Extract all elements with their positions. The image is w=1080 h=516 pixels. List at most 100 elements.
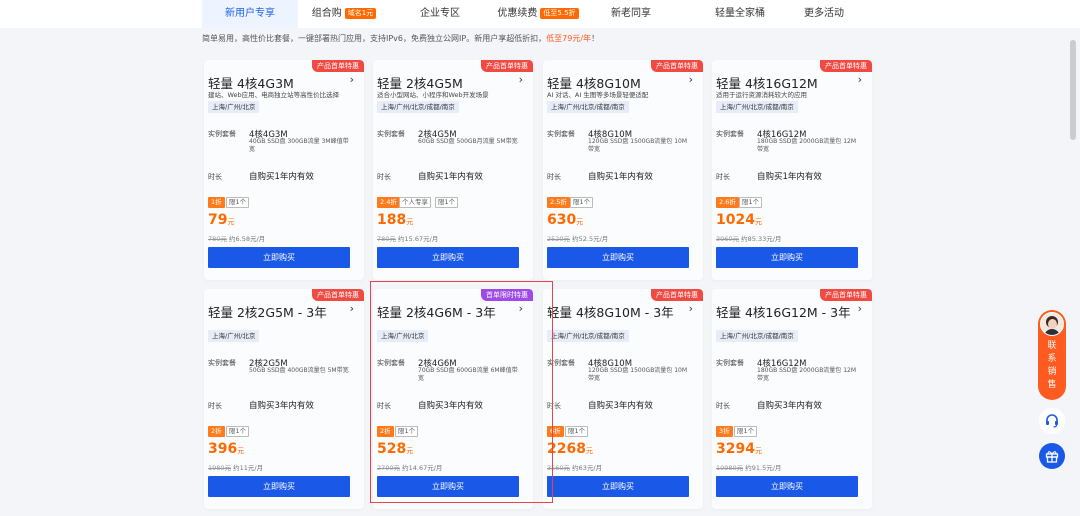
- plan-label: 实例套餐: [716, 359, 744, 367]
- avatar: [1040, 312, 1064, 336]
- buy-button[interactable]: 立即购买: [208, 476, 350, 497]
- monthly-price: 约52.5元/月: [572, 235, 609, 243]
- tab-badge: 低至5.5折: [540, 8, 579, 19]
- region-tag: 上海/广州/北京: [377, 330, 429, 342]
- tab-label: 优惠续费: [497, 8, 538, 19]
- chevron-right-icon[interactable]: ›: [689, 73, 693, 86]
- duration-label: 时长: [377, 402, 391, 410]
- original-price-line: 2520元 约52.5元/月: [547, 233, 608, 243]
- gift-button[interactable]: [1039, 443, 1065, 469]
- buy-button[interactable]: 立即购买: [547, 247, 689, 268]
- card-title: 轻量 4核16G12M - 3年: [716, 305, 851, 320]
- headset-icon: [1046, 414, 1058, 428]
- original-price: 2520元: [547, 235, 571, 243]
- buy-button[interactable]: 立即购买: [377, 247, 519, 268]
- product-card[interactable]: 产品首单特惠 轻量 4核8G10M - 3年 › 上海/广州/北京/成都/南京 …: [543, 289, 703, 509]
- chevron-right-icon[interactable]: ›: [858, 73, 862, 86]
- price-value: 630: [547, 212, 577, 228]
- support-button[interactable]: [1039, 408, 1065, 434]
- promo-description: 简单易用，高性价比套餐，一键部署热门应用，支持IPv6，免费独立公网IP。新用户…: [202, 33, 599, 44]
- product-card[interactable]: 产品首单特惠 轻量 2核4G5M › 适合小型网站、小程序和Web开发场景 上海…: [373, 60, 533, 280]
- monthly-price: 约11元/月: [233, 464, 264, 472]
- duration-label: 时长: [377, 173, 391, 181]
- original-price: 2700元: [377, 464, 401, 472]
- price: 79元: [208, 212, 234, 228]
- duration-value: 自购买1年内有效: [757, 172, 822, 182]
- product-card[interactable]: 产品首单特惠 轻量 2核2G5M - 3年 › 上海/广州/北京 实例套餐 2核…: [204, 289, 364, 509]
- limit-badge: 限1个: [570, 197, 594, 208]
- plan-spec: 60GB SSD盘 500GB月流量 5M带宽: [418, 138, 518, 145]
- tab-more[interactable]: 更多活动: [804, 0, 844, 28]
- price: 188元: [377, 212, 413, 228]
- corner-tag: 产品首单特惠: [820, 60, 872, 72]
- original-price: 780元: [208, 235, 227, 243]
- limit-badge: 限1个: [565, 426, 589, 437]
- price-value: 79: [208, 212, 228, 228]
- corner-tag: 产品首单特惠: [651, 60, 703, 72]
- limit-badge: 限1个: [226, 426, 250, 437]
- tab-label: 新老同享: [611, 8, 651, 19]
- discount-badge: 2.5折: [547, 197, 570, 208]
- card-title: 轻量 2核2G5M - 3年: [208, 305, 327, 320]
- buy-button[interactable]: 立即购买: [547, 476, 689, 497]
- product-card[interactable]: 产品首单特惠 轻量 4核4G3M › 建站、Web应用、电商独立站等高性价比选择…: [204, 60, 364, 280]
- chevron-right-icon[interactable]: ›: [350, 73, 354, 86]
- tab-lighthouse-bundle[interactable]: 轻量全家桶: [676, 0, 804, 28]
- buy-button[interactable]: 立即购买: [377, 476, 519, 497]
- tab-enterprise[interactable]: 企业专区: [390, 0, 490, 28]
- plan-spec: 70GB SSD盘 600GB流量 6M峰值带宽: [418, 367, 518, 382]
- chevron-right-icon[interactable]: ›: [689, 302, 693, 315]
- buy-button[interactable]: 立即购买: [716, 476, 858, 497]
- product-card[interactable]: 产品首单特惠 轻量 4核16G12M - 3年 › 上海/广州/北京/成都/南京…: [712, 289, 872, 509]
- gift-icon: [1045, 451, 1059, 463]
- price-value: 2268: [547, 441, 586, 457]
- duration-value: 自购买3年内有效: [418, 401, 483, 411]
- price-unit: 元: [754, 447, 762, 455]
- price-unit: 元: [576, 218, 584, 226]
- product-card[interactable]: 首单限时特惠 轻量 2核4G6M - 3年 › 上海/广州/北京 实例套餐 2核…: [373, 289, 533, 509]
- original-price-line: 3560元 约63元/月: [547, 462, 602, 472]
- tab-shared[interactable]: 新老同享: [586, 0, 676, 28]
- promo-tab-bar: 新用户专享 组合购 域名1元 企业专区 优惠续费 低至5.5折 新老同享 轻量全家桶…: [0, 0, 1080, 28]
- original-price: 780元: [377, 235, 396, 243]
- duration-value: 自购买3年内有效: [588, 401, 653, 411]
- duration-label: 时长: [547, 173, 561, 181]
- tab-label: 新用户专享: [225, 8, 275, 19]
- chevron-right-icon[interactable]: ›: [858, 302, 862, 315]
- tab-label: 更多活动: [804, 8, 844, 19]
- tab-new-user[interactable]: 新用户专享: [202, 0, 298, 28]
- description-text: 简单易用，高性价比套餐，一键部署热门应用，支持IPv6，免费独立公网IP。新用户…: [202, 34, 547, 43]
- tab-badge: 域名1元: [344, 8, 377, 19]
- tab-combo[interactable]: 组合购 域名1元: [298, 0, 390, 28]
- plan-spec: 120GB SSD盘 1500GB流量包 10M带宽: [588, 367, 688, 382]
- card-scene: 适合小型网站、小程序和Web开发场景: [377, 91, 489, 99]
- plan-spec: 180GB SSD盘 2000GB流量包 12M带宽: [757, 367, 857, 382]
- region-tag: 上海/广州/北京/成都/南京: [716, 330, 798, 342]
- product-card[interactable]: 产品首单特惠 轻量 4核16G12M › 适用于运行资源消耗较大的应用 上海/广…: [712, 60, 872, 280]
- price-value: 528: [377, 441, 407, 457]
- chevron-right-icon[interactable]: ›: [519, 73, 523, 86]
- price-unit: 元: [237, 447, 245, 455]
- original-price-line: 10980元 约91.5元/月: [716, 462, 781, 472]
- duration-value: 自购买1年内有效: [418, 172, 483, 182]
- tab-renewal[interactable]: 优惠续费 低至5.5折: [490, 0, 586, 28]
- chevron-right-icon[interactable]: ›: [350, 302, 354, 315]
- corner-tag: 产品首单特惠: [481, 60, 533, 72]
- card-scene: AI 对话、AI 生图等多场景轻便适配: [547, 91, 649, 99]
- buy-button[interactable]: 立即购买: [208, 247, 350, 268]
- region-tag: 上海/广州/北京/成都/南京: [547, 101, 629, 113]
- discount-badge: 2.4折: [377, 197, 400, 208]
- price: 630元: [547, 212, 583, 228]
- tab-label: 企业专区: [420, 8, 460, 19]
- contact-sales-label: 联系销售: [1047, 341, 1057, 390]
- scrollbar-thumb[interactable]: [1070, 40, 1076, 140]
- monthly-price: 约85.33元/月: [741, 235, 782, 243]
- region-tag: 上海/广州/北京: [208, 330, 260, 342]
- product-card[interactable]: 产品首单特惠 轻量 4核8G10M › AI 对话、AI 生图等多场景轻便适配 …: [543, 60, 703, 280]
- buy-button[interactable]: 立即购买: [716, 247, 858, 268]
- duration-value: 自购买1年内有效: [249, 172, 314, 182]
- price-unit: 元: [585, 447, 593, 455]
- contact-sales-button[interactable]: 联系销售: [1038, 310, 1066, 400]
- chevron-right-icon[interactable]: ›: [519, 302, 523, 315]
- plan-label: 实例套餐: [716, 130, 744, 138]
